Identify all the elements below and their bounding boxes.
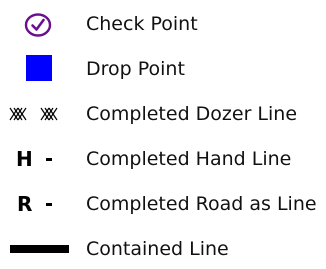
- legend-label: Contained Line: [86, 238, 229, 260]
- legend-label: Drop Point: [86, 58, 185, 80]
- contained-line-symbol: [0, 229, 80, 269]
- legend-label: Check Point: [86, 13, 198, 35]
- dozer-line-symbol: [0, 94, 80, 134]
- dozer-line-hatch-icon: [9, 107, 58, 121]
- check-circle-icon: [24, 13, 52, 37]
- hand-line-symbol: H: [0, 139, 80, 179]
- thick-black-bar-icon: [10, 245, 69, 253]
- road-line-dash: [46, 203, 52, 206]
- legend-item-hand-line: H Completed Hand Line: [0, 139, 326, 179]
- legend-label: Completed Dozer Line: [86, 103, 298, 125]
- legend-label: Completed Road as Line: [86, 193, 317, 215]
- legend-item-check-point: Check Point: [0, 4, 326, 44]
- hand-line-dash: [46, 158, 52, 161]
- legend-label: Completed Hand Line: [86, 148, 292, 170]
- drop-point-symbol: [0, 49, 80, 89]
- legend-item-road-line: R Completed Road as Line: [0, 184, 326, 224]
- road-line-symbol: R: [0, 184, 80, 224]
- legend-item-dozer-line: Completed Dozer Line: [0, 94, 326, 134]
- legend-item-drop-point: Drop Point: [0, 49, 326, 89]
- map-legend: Check Point Drop Point Completed Dozer L…: [0, 0, 326, 265]
- legend-item-contained-line: Contained Line: [0, 229, 326, 269]
- hand-line-code-letter: H: [16, 147, 33, 171]
- road-line-code-letter: R: [17, 192, 33, 216]
- check-point-symbol: [0, 4, 80, 44]
- blue-square-icon: [26, 55, 52, 81]
